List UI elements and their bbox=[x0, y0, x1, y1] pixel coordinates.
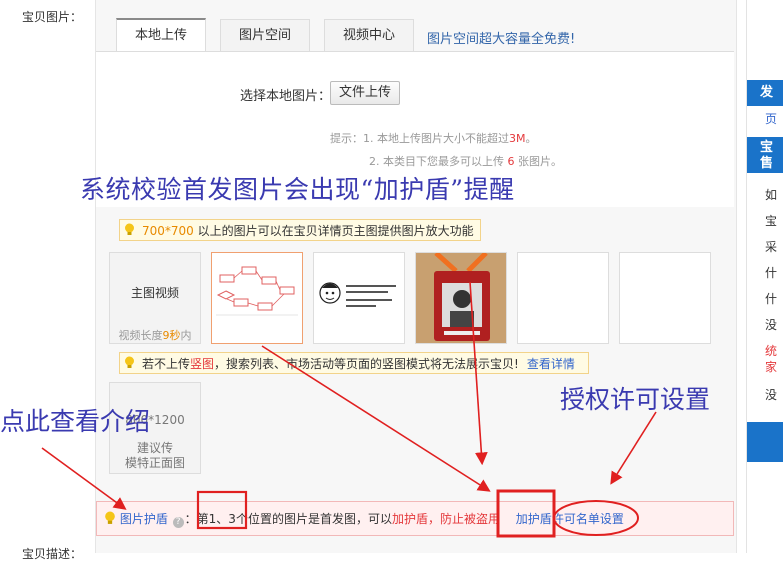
description-field-label: 宝贝描述： bbox=[22, 547, 83, 561]
upload-hint-2: 2. 本类目下您最多可以上传 6 张图片。 bbox=[369, 155, 562, 168]
help-icon[interactable]: ? bbox=[172, 517, 184, 528]
zoom-tip-box: 700*700 以上的图片可以在宝贝详情页主图提供图片放大功能 bbox=[119, 219, 481, 241]
vertical-slot-hint: 建议传 模特正面图 bbox=[124, 441, 185, 470]
image-slot-3[interactable] bbox=[415, 251, 507, 344]
zoom-tip-text: 以上的图片可以在宝贝详情页主图提供图片放大功能 bbox=[193, 224, 474, 238]
tab-video-center[interactable]: 视频中心 bbox=[324, 19, 414, 51]
image-space-promo-link[interactable]: 图片空间超大容量全免费! bbox=[427, 28, 575, 47]
image-slot-4[interactable] bbox=[517, 252, 609, 344]
sidebar-item-1[interactable]: 如 bbox=[765, 186, 777, 203]
vertical-image-tip: 若不上传竖图，搜索列表、市场活动等页面的竖图模式将无法展示宝贝! 查看详情 bbox=[119, 352, 589, 374]
sidebar-item-red-1[interactable]: 统 bbox=[765, 342, 777, 359]
image-slot-2[interactable] bbox=[313, 252, 405, 344]
sidebar-publish-header: 发 bbox=[747, 80, 783, 106]
tab-local-upload[interactable]: 本地上传 bbox=[116, 18, 206, 52]
image-slot-5[interactable] bbox=[619, 252, 711, 344]
lightbulb-icon bbox=[125, 356, 134, 368]
file-upload-button[interactable]: 文件上传 bbox=[330, 81, 400, 105]
view-details-link[interactable]: 查看详情 bbox=[527, 357, 575, 371]
sidebar-item-3[interactable]: 采 bbox=[765, 238, 777, 255]
meme-thumbnail bbox=[319, 282, 396, 307]
annotation-auth-caption: 授权许可设置 bbox=[560, 385, 711, 414]
sidebar-item-5[interactable]: 什 bbox=[765, 290, 777, 307]
select-local-image-label: 选择本地图片： bbox=[240, 89, 332, 104]
video-slot-duration: 视频长度9秒内 bbox=[118, 329, 192, 342]
right-sidebar: 发 页 宝售 如 宝 采 什 什 没 统 家 没 bbox=[746, 0, 783, 553]
sidebar-section-header: 宝售 bbox=[747, 137, 783, 173]
sidebar-blue-block bbox=[747, 422, 783, 462]
annotation-click-caption: 点此查看介绍 bbox=[0, 407, 151, 436]
sidebar-item-last[interactable]: 没 bbox=[765, 386, 777, 403]
flowchart-thumbnail bbox=[216, 266, 298, 316]
vertical-tip-text-b: ，搜索列表、市场活动等页面的竖图模式将无法展示宝贝! bbox=[214, 357, 519, 371]
shield-text: ：第1、3个位置的图片是首发图，可以 bbox=[184, 512, 392, 526]
zoom-size: 700*700 bbox=[142, 224, 194, 238]
sidebar-item-red-2[interactable]: 家 bbox=[765, 358, 777, 375]
whitelist-settings-link[interactable]: 许可名单设置 bbox=[552, 512, 624, 526]
annotation-main-caption: 系统校验首发图片会出现“加护盾”提醒 bbox=[80, 175, 515, 204]
vertical-image-link[interactable]: 竖图 bbox=[190, 357, 214, 371]
id-badge-photo bbox=[416, 251, 506, 343]
tab-image-space[interactable]: 图片空间 bbox=[220, 19, 310, 51]
upload-hint-1: 提示：1. 本地上传图片大小不能超过3M。 bbox=[330, 132, 537, 145]
sidebar-item-2[interactable]: 宝 bbox=[765, 212, 777, 229]
lightbulb-icon bbox=[125, 223, 134, 235]
vertical-tip-text-a: 若不上传 bbox=[142, 357, 191, 371]
sidebar-link[interactable]: 页 bbox=[765, 110, 777, 127]
lightbulb-icon bbox=[105, 511, 115, 524]
tab-bar-divider bbox=[96, 51, 734, 52]
image-slot-1[interactable] bbox=[211, 252, 303, 344]
sidebar-item-4[interactable]: 什 bbox=[765, 264, 777, 281]
video-slot-title: 主图视频 bbox=[130, 286, 179, 300]
image-shield-title-link[interactable]: 图片护盾 bbox=[120, 512, 168, 526]
add-shield-button[interactable]: 加护盾 bbox=[516, 512, 552, 526]
main-video-slot[interactable]: 主图视频 视频长度9秒内 bbox=[109, 252, 201, 344]
shield-warning-text: 加护盾，防止被盗用 bbox=[391, 512, 500, 526]
image-shield-message: 图片护盾 ? ：第1、3个位置的图片是首发图，可以加护盾，防止被盗用 加护盾许可名… bbox=[104, 510, 624, 528]
sidebar-item-6[interactable]: 没 bbox=[765, 316, 777, 333]
images-field-label: 宝贝图片： bbox=[22, 10, 83, 24]
